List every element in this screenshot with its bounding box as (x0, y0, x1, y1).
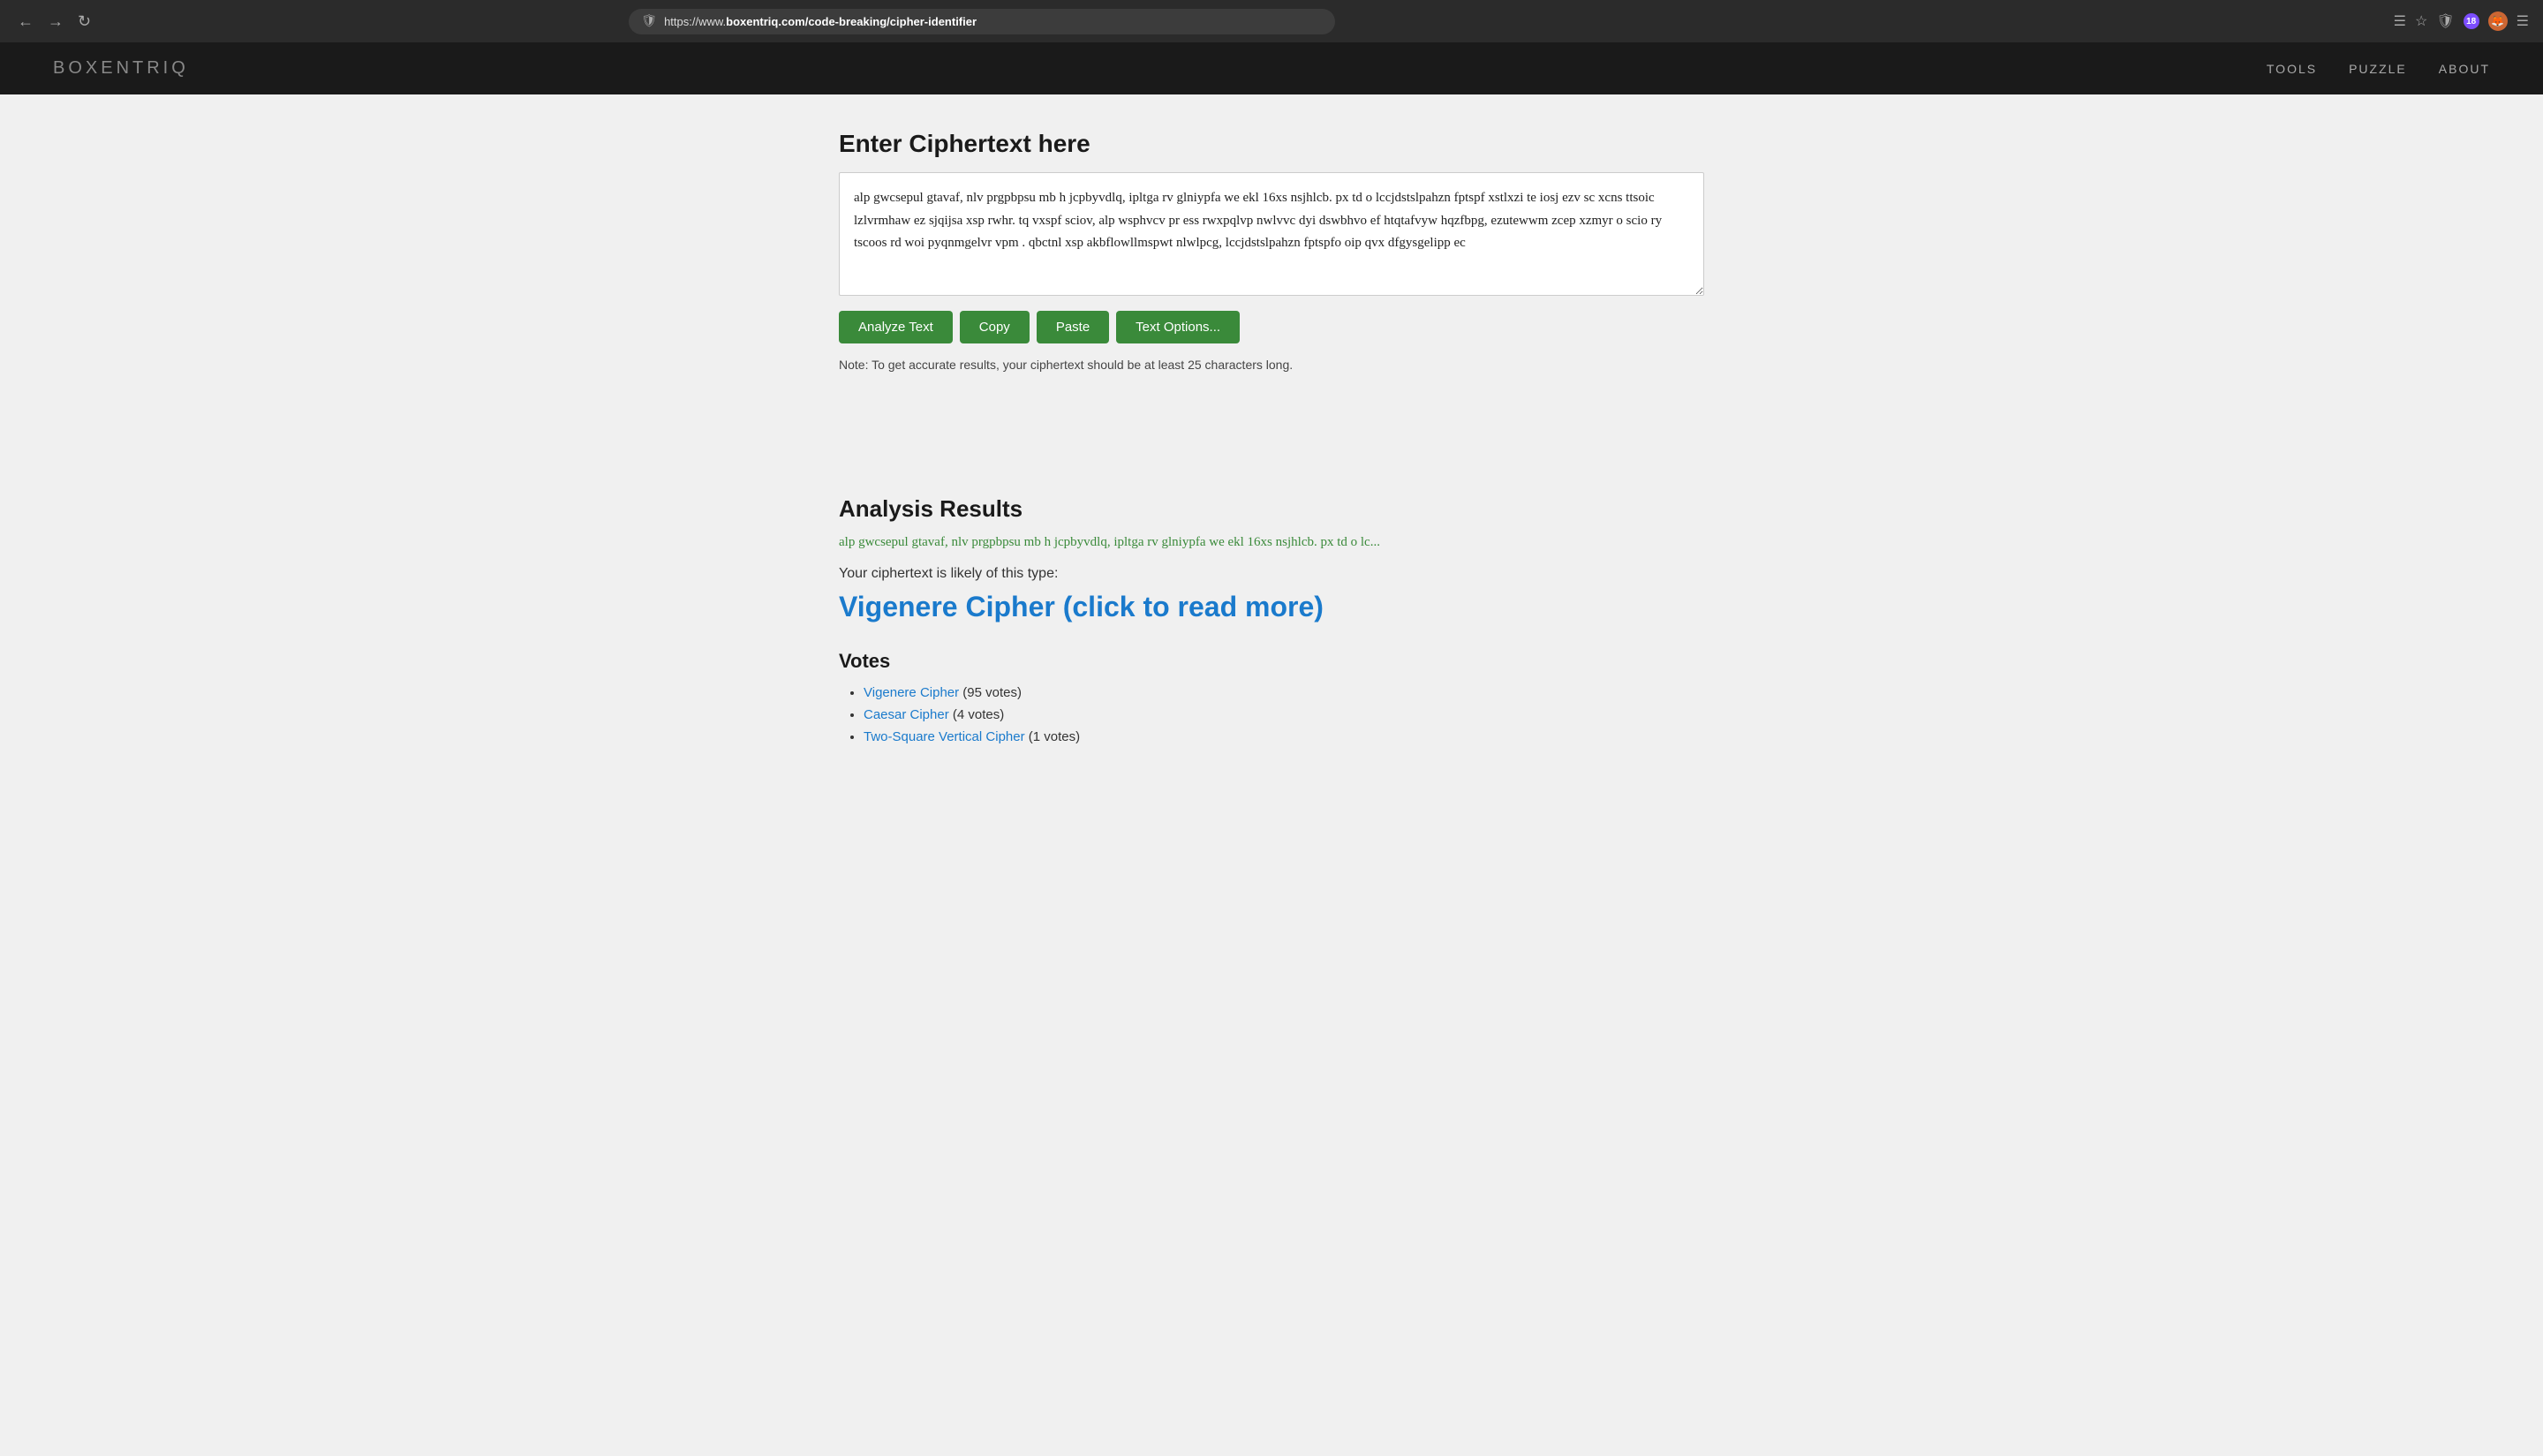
list-item: Two-Square Vertical Cipher (1 votes) (864, 729, 1704, 744)
button-row: Analyze Text Copy Paste Text Options... (839, 311, 1704, 343)
vote-count: (1 votes) (1025, 729, 1081, 744)
copy-button[interactable]: Copy (960, 311, 1030, 343)
browser-nav: ← → ↻ (14, 9, 94, 34)
cipher-type-label: Your ciphertext is likely of this type: (839, 566, 1704, 582)
forward-button[interactable]: → (44, 9, 67, 34)
vote-link[interactable]: Caesar Cipher (864, 707, 949, 722)
bookmark-icon[interactable]: ☆ (2415, 12, 2427, 30)
nav-about[interactable]: ABOUT (2439, 62, 2490, 76)
text-options-button[interactable]: Text Options... (1116, 311, 1240, 343)
site-logo[interactable]: BOXENTRIQ (53, 58, 189, 79)
vote-count: (4 votes) (949, 707, 1005, 722)
site-header: BOXENTRIQ TOOLS PUZZLE ABOUT (0, 42, 2543, 94)
vote-link[interactable]: Two-Square Vertical Cipher (864, 729, 1025, 744)
ciphertext-input[interactable]: alp gwcsepul gtavaf, nlv prgpbpsu mb h j… (839, 172, 1704, 296)
vote-link[interactable]: Vigenere Cipher (864, 685, 959, 700)
divider (839, 407, 1704, 478)
analysis-title: Analysis Results (839, 495, 1704, 523)
cipher-type-link[interactable]: Vigenere Cipher (click to read more) (839, 591, 1704, 623)
paste-button[interactable]: Paste (1037, 311, 1109, 343)
nav-puzzle[interactable]: PUZZLE (2349, 62, 2407, 76)
reader-icon[interactable]: ☰ (2394, 12, 2406, 30)
ciphertext-preview: alp gwcsepul gtavaf, nlv prgpbpsu mb h j… (839, 535, 1704, 550)
list-item: Caesar Cipher (4 votes) (864, 707, 1704, 722)
notification-badge[interactable]: 18 (2464, 13, 2479, 29)
vote-count: (95 votes) (959, 685, 1022, 700)
avatar[interactable]: 🦊 (2488, 11, 2508, 31)
votes-list: Vigenere Cipher (95 votes) Caesar Cipher … (839, 685, 1704, 744)
votes-title: Votes (839, 650, 1704, 673)
address-bar[interactable]: 🛡 https://www.boxentriq.com/code-breakin… (629, 9, 1335, 34)
security-icon: 🛡 (641, 14, 657, 29)
browser-actions: ☰ ☆ 🛡 18 🦊 ☰ (2394, 11, 2529, 31)
menu-icon[interactable]: ☰ (2517, 12, 2529, 30)
main-content: Enter Ciphertext here alp gwcsepul gtava… (786, 94, 1757, 787)
analysis-section: Analysis Results alp gwcsepul gtavaf, nl… (839, 495, 1704, 744)
site-nav: TOOLS PUZZLE ABOUT (2267, 62, 2490, 76)
analyze-button[interactable]: Analyze Text (839, 311, 953, 343)
list-item: Vigenere Cipher (95 votes) (864, 685, 1704, 700)
reload-button[interactable]: ↻ (74, 9, 94, 34)
back-button[interactable]: ← (14, 9, 37, 34)
nav-tools[interactable]: TOOLS (2267, 62, 2317, 76)
url-display: https://www.boxentriq.com/code-breaking/… (664, 15, 1323, 28)
browser-chrome: ← → ↻ 🛡 https://www.boxentriq.com/code-b… (0, 0, 2543, 42)
note-text: Note: To get accurate results, your ciph… (839, 358, 1704, 372)
input-section-title: Enter Ciphertext here (839, 130, 1704, 158)
input-section: Enter Ciphertext here alp gwcsepul gtava… (839, 130, 1704, 372)
shield-icon[interactable]: 🛡 (2436, 12, 2454, 30)
